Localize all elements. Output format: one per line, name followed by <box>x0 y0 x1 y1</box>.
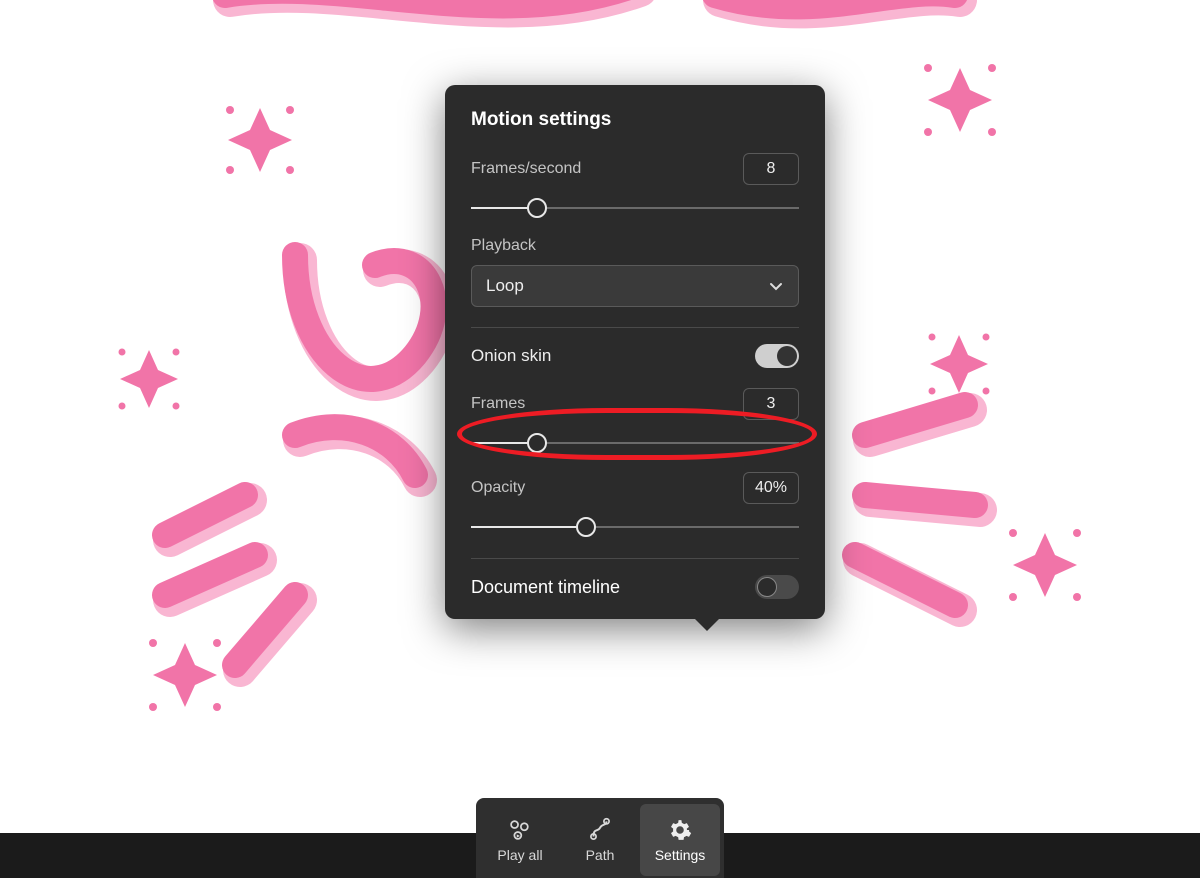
opacity-value-input[interactable]: 40% <box>743 472 799 504</box>
opacity-label: Opacity <box>471 479 525 497</box>
path-icon <box>587 817 613 843</box>
playback-select[interactable]: Loop <box>471 265 799 307</box>
divider <box>471 558 799 559</box>
fps-label: Frames/second <box>471 160 581 178</box>
frames-slider[interactable] <box>471 432 799 454</box>
chevron-down-icon <box>768 278 784 294</box>
play-all-label: Play all <box>497 847 542 863</box>
document-timeline-row: Document timeline <box>471 573 799 601</box>
frames-row: Frames 3 <box>471 388 799 454</box>
motion-toolbar: Play all Path Settings <box>476 798 724 878</box>
play-all-button[interactable]: Play all <box>480 804 560 876</box>
fps-value-input[interactable]: 8 <box>743 153 799 185</box>
opacity-row: Opacity 40% <box>471 472 799 538</box>
path-button[interactable]: Path <box>560 804 640 876</box>
play-all-icon <box>507 817 533 843</box>
divider <box>471 327 799 328</box>
gear-icon <box>667 817 693 843</box>
document-timeline-toggle[interactable] <box>755 575 799 599</box>
playback-label: Playback <box>471 237 799 255</box>
settings-label: Settings <box>655 847 706 863</box>
playback-value: Loop <box>486 276 524 296</box>
onion-skin-row: Onion skin <box>471 342 799 370</box>
motion-settings-panel: Motion settings Frames/second 8 Playback… <box>445 85 825 619</box>
fps-slider[interactable] <box>471 197 799 219</box>
onion-skin-label: Onion skin <box>471 346 551 366</box>
opacity-slider[interactable] <box>471 516 799 538</box>
panel-title: Motion settings <box>471 109 799 131</box>
document-timeline-label: Document timeline <box>471 577 620 598</box>
onion-skin-toggle[interactable] <box>755 344 799 368</box>
path-label: Path <box>586 847 615 863</box>
fps-row: Frames/second 8 <box>471 153 799 219</box>
settings-button[interactable]: Settings <box>640 804 720 876</box>
frames-label: Frames <box>471 395 525 413</box>
frames-value-input[interactable]: 3 <box>743 388 799 420</box>
